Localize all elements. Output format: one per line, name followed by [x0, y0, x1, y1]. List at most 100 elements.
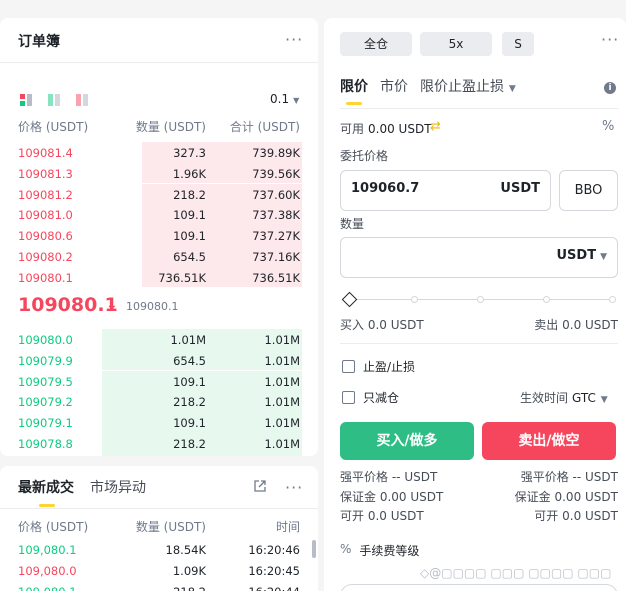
- tab-stop-limit-label: 限价止盈止损: [420, 79, 504, 95]
- buy-stats: 强平价格 -- USDT 保证金 0.00 USDT 可开 0.0 USDT: [340, 468, 443, 527]
- more-icon[interactable]: ···: [601, 32, 619, 48]
- arrow-down-icon: ↓: [106, 297, 118, 313]
- row-price: 109080.0: [18, 333, 73, 347]
- trade-qty: 1.09K: [172, 564, 206, 578]
- chevron-down-icon: ▼: [600, 252, 607, 262]
- stat-label: 可开: [340, 509, 365, 523]
- price-input[interactable]: 109060.7 USDT: [340, 170, 551, 211]
- buy-long-button[interactable]: 买入/做多: [340, 422, 474, 460]
- leverage-button[interactable]: 5x: [420, 32, 492, 56]
- scrollbar[interactable]: [312, 540, 316, 558]
- chevron-down-icon: ▼: [506, 84, 516, 94]
- more-icon[interactable]: ···: [285, 32, 303, 48]
- tp-sl-label: 止盈/止损: [363, 360, 416, 374]
- quantity-input[interactable]: USDT ▼: [340, 237, 618, 278]
- order-book-header: 订单簿 ···: [0, 18, 318, 62]
- row-total: 737.60K: [252, 187, 300, 202]
- reduce-only-checkbox[interactable]: [342, 391, 355, 404]
- margin-mode-button[interactable]: 全仓: [340, 32, 412, 56]
- row-price: 109079.2: [18, 395, 73, 410]
- bid-row[interactable]: 109078.8 218.2 1.01M: [0, 433, 318, 454]
- more-icon[interactable]: ···: [285, 480, 303, 496]
- bid-row[interactable]: 109079.2 218.2 1.01M: [0, 391, 318, 413]
- slider-divider: [340, 343, 618, 344]
- ask-row[interactable]: 109081.2 218.2 737.60K: [0, 183, 318, 205]
- slider-handle[interactable]: [341, 291, 358, 308]
- transfer-icon[interactable]: ⇄: [430, 119, 441, 134]
- quantity-label: 数量: [340, 217, 365, 231]
- price-label: 委托价格: [340, 149, 389, 163]
- trade-form-panel: 全仓 5x S ··· 限价 市价 限价止盈止损 ▼ i 可用 0.00 USDT…: [324, 18, 626, 591]
- time-in-force-select[interactable]: 生效时间 GTC ▼: [520, 389, 608, 406]
- stat-value: -- USDT: [572, 470, 618, 484]
- slider-node-75[interactable]: [543, 296, 550, 303]
- tick-size-select[interactable]: 0.1 ▼: [270, 92, 299, 106]
- sell-short-button[interactable]: 卖出/做空: [482, 422, 616, 460]
- trades-tabs: 最新成交 市场异动: [18, 477, 146, 507]
- asset-mode-button[interactable]: S: [502, 32, 534, 56]
- reduce-only-option[interactable]: 只减仓: [342, 389, 399, 406]
- mark-price[interactable]: 109080.1: [126, 300, 179, 313]
- order-book-panel: 订单簿 ··· 0.1 ▼ 价格 (USDT) 数量 (USDT) 合计 (USD…: [0, 18, 318, 456]
- ask-row[interactable]: 109081.4 327.3 739.89K: [0, 142, 318, 163]
- bottom-pill-button[interactable]: [340, 584, 618, 591]
- bid-row[interactable]: 109078.740.25K1.05M: [0, 453, 318, 456]
- trades-panel: 最新成交 市场异动 ··· 价格 (USDT) 数量 (USDT) 时间 109…: [0, 466, 318, 591]
- tab-limit[interactable]: 限价: [340, 76, 368, 105]
- tabs-divider: [340, 108, 618, 109]
- slider-node-50[interactable]: [477, 296, 484, 303]
- stat-label: 保证金: [514, 489, 551, 504]
- bbo-button[interactable]: BBO: [559, 170, 618, 211]
- buy-max-label: 买入: [340, 318, 365, 332]
- bid-row[interactable]: 109079.1 109.1 1.01M: [0, 412, 318, 433]
- tab-market[interactable]: 市价: [380, 76, 408, 96]
- row-total: 739.56K: [252, 166, 300, 181]
- external-link-icon[interactable]: [254, 480, 266, 492]
- row-price: 109078.8: [18, 437, 73, 451]
- layout-both-icon[interactable]: [20, 94, 32, 106]
- row-total: 737.38K: [252, 208, 300, 223]
- slider-node-100[interactable]: [609, 296, 616, 303]
- buy-max-value: 0.0 USDT: [367, 318, 424, 332]
- ask-row[interactable]: 109080.1 736.51K 736.51K: [0, 266, 318, 288]
- trades-header-price: 价格 (USDT): [18, 520, 89, 534]
- row-total: 1.01M: [264, 353, 300, 368]
- stat-line: 可开 0.0 USDT: [340, 507, 443, 527]
- ask-row[interactable]: 109081.3 1.96K 739.56K: [0, 162, 318, 184]
- quantity-unit-select[interactable]: USDT ▼: [557, 248, 608, 263]
- tif-value: GTC: [572, 391, 596, 405]
- stat-line: 可开 0.0 USDT: [515, 507, 618, 527]
- stat-line: 强平价格 -- USDT: [340, 468, 443, 488]
- slider-node-25[interactable]: [411, 296, 418, 303]
- tp-sl-option[interactable]: 止盈/止损: [342, 358, 415, 375]
- info-icon[interactable]: i: [604, 82, 616, 94]
- ask-row[interactable]: 109081.0 109.1 737.38K: [0, 204, 318, 226]
- row-qty: 109.1: [173, 229, 206, 244]
- row-qty: 109.1: [173, 374, 206, 389]
- bid-row[interactable]: 109079.5 109.1 1.01M: [0, 370, 318, 392]
- calculator-icon[interactable]: %: [602, 119, 614, 134]
- row-price: 109080.1: [18, 270, 73, 285]
- ask-row[interactable]: 109080.2 654.5 737.16K: [0, 246, 318, 267]
- layout-bids-icon[interactable]: [48, 94, 60, 106]
- bid-row[interactable]: 109079.9 654.5 1.01M: [0, 349, 318, 371]
- tab-latest-trades[interactable]: 最新成交: [18, 477, 74, 507]
- tab-stop-limit[interactable]: 限价止盈止损 ▼: [420, 76, 516, 96]
- col-header-total: 合计 (USDT): [229, 120, 300, 134]
- row-price: 109079.9: [18, 353, 73, 368]
- row-qty: 1.96K: [172, 166, 206, 181]
- row-qty: 109.1: [173, 416, 206, 431]
- bid-row[interactable]: 109080.0 1.01M 1.01M: [0, 329, 318, 350]
- fee-tier-link[interactable]: % 手续费等级: [340, 542, 419, 559]
- available-balance: 可用 0.00 USDT: [340, 120, 432, 137]
- layout-asks-icon[interactable]: [76, 94, 88, 106]
- tab-market-movers[interactable]: 市场异动: [90, 477, 146, 497]
- last-price: 109080.1: [18, 294, 118, 316]
- stat-label: 强平价格: [340, 470, 389, 484]
- tp-sl-checkbox[interactable]: [342, 360, 355, 373]
- trade-time: 16:20:44: [248, 585, 300, 591]
- depth-bar: [102, 453, 302, 456]
- row-price: 109081.3: [18, 166, 73, 181]
- trades-header-time: 时间: [275, 520, 300, 534]
- ask-row[interactable]: 109080.6 109.1 737.27K: [0, 225, 318, 246]
